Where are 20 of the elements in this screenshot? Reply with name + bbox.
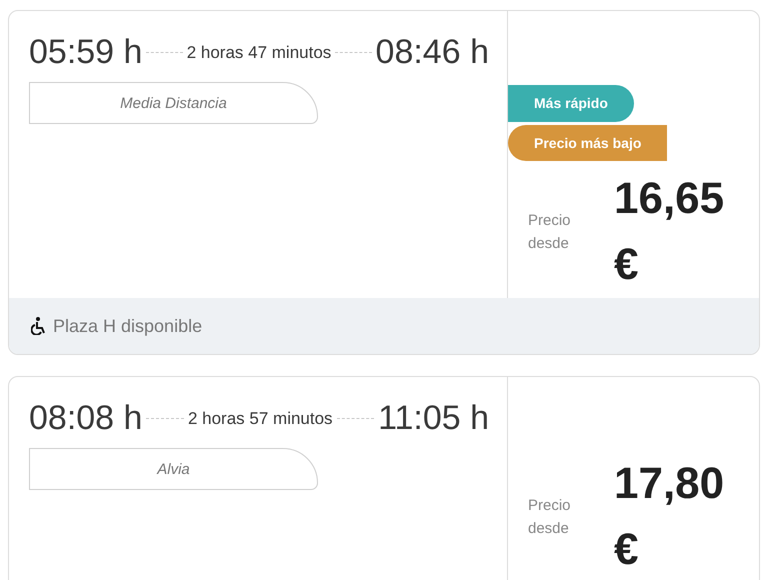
price-amount: 16,65: [614, 173, 724, 225]
wheelchair-icon: [31, 317, 47, 335]
arrival-time: 11:05 h: [378, 399, 489, 438]
currency-symbol: €: [614, 239, 640, 291]
trip-duration: 2 horas 57 minutos: [188, 408, 333, 428]
train-type-tag: Media Distancia: [29, 82, 318, 124]
arrival-time: 08:46 h: [376, 33, 489, 72]
trip-card[interactable]: 05:59 h 2 horas 47 minutos 08:46 h Media Distancia Más rápido Precio más bajo Precio desde 16,65 € Plaza H disponible: [8, 10, 760, 355]
trip-tag: Más rápido: [508, 85, 634, 122]
departure-time: 08:08 h: [29, 399, 142, 438]
trip-tag: Precio más bajo: [508, 124, 668, 161]
train-type-tag: Alvia: [29, 448, 318, 490]
trip-duration: 2 horas 47 minutos: [186, 42, 332, 62]
departure-time: 05:59 h: [29, 33, 142, 72]
price-label: Precio desde: [528, 211, 572, 254]
currency-symbol: €: [614, 524, 640, 576]
accessibility-note: Plaza H disponible: [53, 316, 202, 336]
price-amount: 17,80: [614, 458, 724, 510]
trip-card[interactable]: 08:08 h 2 horas 57 minutos 11:05 h Alvia Precio desde 17,80 €: [8, 376, 760, 580]
price-label: Precio desde: [528, 496, 572, 539]
